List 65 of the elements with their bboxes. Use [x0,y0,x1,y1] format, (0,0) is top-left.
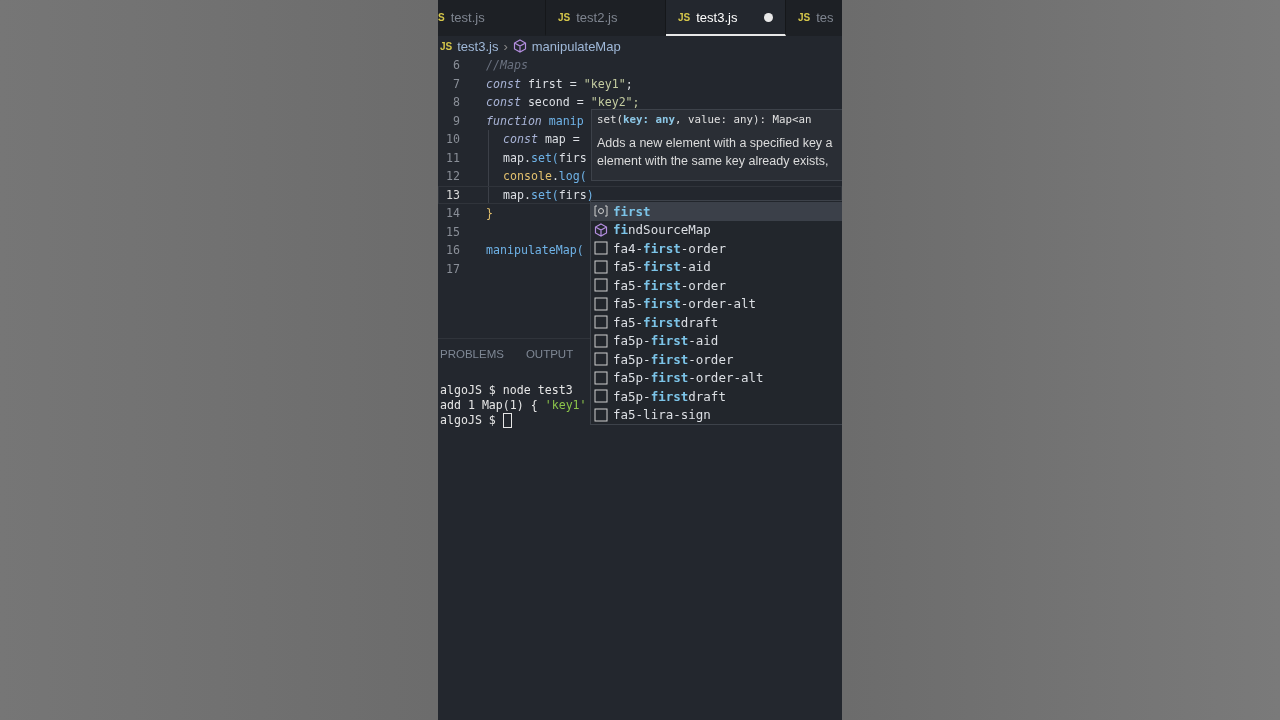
panel-tab[interactable]: PROBLEMS [440,348,504,365]
code-line: const first = "key1"; [486,75,633,93]
terminal-line: algoJS $ [440,413,497,428]
square-icon [594,315,608,330]
suggestion-item[interactable]: first [591,202,842,221]
square-icon [594,333,608,348]
square-icon [594,296,608,311]
square-icon [594,352,608,367]
code-line: map.set(firs) [503,186,594,204]
code-line: console.log( [503,168,587,185]
panel-tab[interactable]: OUTPUT [525,348,574,365]
square-icon [594,407,608,422]
line-number: 12 [445,168,460,185]
square-icon [594,389,608,404]
terminal-line: add 1 Map(1) { 'key1' [440,398,587,413]
line-number: 11 [445,149,460,167]
suggestion-item[interactable]: fa5p-first-order-alt [591,368,842,387]
doc-text: element with the same key already exists, [597,153,830,170]
variable-icon [594,205,608,218]
js-file-icon: JS [440,40,453,52]
suggestion-item[interactable]: fa5-first-order [591,276,842,295]
suggestion-item[interactable]: fa5p-firstdraft [591,387,842,406]
line-number: 9 [452,112,460,130]
method-signature: set(key: any, value: any): Map<an [597,113,813,128]
code-line: map.set(firs [503,149,587,167]
terminal-line: algoJS $ node test3 [440,383,573,398]
suggestion-item[interactable]: fa5-first-aid [591,257,842,276]
suggestion-item[interactable]: findSourceMap [591,220,842,239]
suggestion-item[interactable]: fa5p-first-order [591,350,842,369]
suggestion-item[interactable]: fa5-firstdraft [591,313,842,332]
code-line: //Maps [486,57,528,74]
suggestion-item[interactable]: fa5p-first-aid [591,331,842,350]
cube-icon [512,39,527,53]
editor-tab[interactable]: S test.js [438,0,546,36]
line-number: 8 [452,94,460,111]
code-line: manipulateMap( [486,242,584,259]
suggestion-item[interactable]: fa4-first-order [591,239,842,258]
line-number: 7 [452,75,460,93]
line-number: 14 [445,205,460,222]
line-number: 13 [445,186,460,204]
js-file-icon: JS [678,11,691,23]
js-file-icon: JS [798,11,811,23]
breadcrumb-symbol[interactable]: manipulateMap [531,38,621,54]
line-number: 17 [445,260,460,278]
code-line: const second = "key2"; [486,94,640,111]
suggestion-item[interactable]: fa5-first-order-alt [591,294,842,313]
code-line: } [486,205,493,222]
line-number: 10 [445,131,460,148]
square-icon [594,241,608,256]
suggestion-item[interactable]: fa5-lira-sign [591,405,842,424]
chevron-icon: › [503,38,508,54]
cube-icon [594,222,608,237]
code-line: const map = [503,131,580,148]
line-number: 15 [445,223,460,241]
editor-tab[interactable]: JS test3.js [666,0,786,36]
js-file-icon: S [438,11,445,23]
js-file-icon: JS [558,11,571,23]
code-line: function manip [486,112,584,130]
doc-text: Adds a new element with a specified key a [597,135,834,152]
line-number: 6 [452,57,460,74]
square-icon [594,370,608,385]
line-number: 16 [445,242,460,259]
square-icon [594,278,608,293]
breadcrumb-file[interactable]: test3.js [457,38,499,54]
square-icon [594,259,608,274]
